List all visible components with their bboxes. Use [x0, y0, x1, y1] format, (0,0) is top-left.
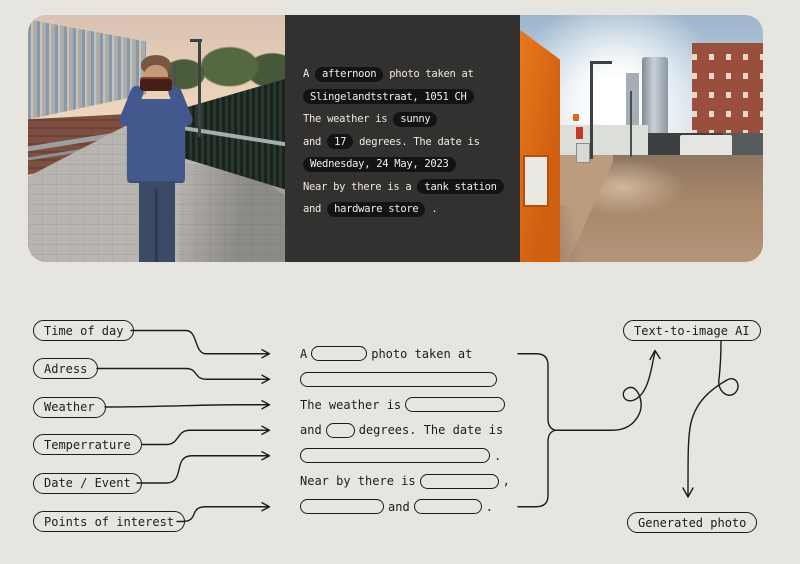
- text-segment: ,: [503, 474, 510, 488]
- wire-time-of-day: [131, 331, 270, 358]
- rich-line: [300, 367, 510, 393]
- prompt-token: Slingelandtstraat, 1051 CH: [303, 89, 474, 104]
- rich-line: The weather is: [300, 392, 510, 418]
- text-segment: degrees. The date is: [353, 136, 479, 148]
- template-blank-temperature: [326, 423, 355, 438]
- wire-ai-to-photo: [683, 341, 738, 497]
- lamp-post: [590, 61, 593, 159]
- person-jeans-seam: [155, 189, 158, 262]
- wire-temperature: [142, 426, 270, 444]
- rich-line: A afternoon photo taken at: [303, 63, 510, 86]
- orange-building-window: [523, 155, 549, 207]
- prompt-template: Aphoto taken at The weather is and degrees.…: [300, 341, 510, 520]
- prompt-token: afternoon: [315, 67, 383, 82]
- prompt-panel: A afternoon photo taken at Slingelandtstr…: [285, 15, 520, 262]
- template-blank-point-of-interest-3: [414, 499, 482, 514]
- template-blank-adress: [300, 372, 497, 387]
- text-segment: A: [303, 68, 315, 80]
- wire-points-of-interest: [177, 503, 270, 522]
- rich-line: Near by there is,: [300, 469, 510, 495]
- wire-to-ai: [556, 351, 661, 431]
- text-segment: Near by there is a: [303, 181, 417, 193]
- street-sign: [576, 127, 583, 139]
- node-text-to-image-ai: Text-to-image AI: [623, 320, 761, 341]
- template-blank-point-of-interest-1: [420, 474, 499, 489]
- text-segment: and: [303, 136, 327, 148]
- text-segment: The weather is: [303, 113, 393, 125]
- text-segment: The weather is: [300, 398, 401, 412]
- camera: [140, 77, 172, 91]
- rich-line: and degrees. The date is: [300, 418, 510, 444]
- text-segment: .: [494, 449, 501, 463]
- source-photo: [28, 15, 285, 262]
- gather-brace: [518, 354, 556, 507]
- prompt-token: Wednesday, 24 May, 2023: [303, 157, 456, 172]
- input-pill-temperature: Temperrature: [33, 434, 142, 455]
- input-pill-date-event: Date / Event: [33, 473, 142, 494]
- prompt-text: A afternoon photo taken at Slingelandtstr…: [303, 63, 510, 221]
- street-sign: [572, 113, 580, 122]
- text-segment: degrees. The date is: [359, 423, 504, 437]
- hero-strip: A afternoon photo taken at Slingelandtstr…: [28, 15, 763, 262]
- lamp-post-arm: [190, 39, 202, 42]
- generated-photo: [520, 15, 763, 262]
- rich-line: Slingelandtstraat, 1051 CH: [303, 86, 510, 109]
- text-segment: photo taken at: [383, 68, 473, 80]
- rich-line: .: [300, 443, 510, 469]
- text-segment: photo taken at: [371, 347, 472, 361]
- text-segment: A: [300, 347, 307, 361]
- lamp-post: [630, 91, 632, 157]
- input-pill-weather: Weather: [33, 397, 106, 418]
- rich-line: and.: [300, 494, 510, 520]
- wire-date-event: [137, 452, 270, 483]
- rich-line: The weather is sunny: [303, 108, 510, 131]
- wire-weather: [105, 401, 270, 409]
- text-segment: .: [425, 203, 437, 215]
- prompt-token: tank station: [417, 179, 503, 194]
- street-bin: [576, 143, 590, 163]
- node-generated-photo: Generated photo: [627, 512, 757, 533]
- rich-line: and 17 degrees. The date is: [303, 131, 510, 154]
- text-segment: and: [300, 423, 322, 437]
- text-segment: and: [388, 500, 410, 514]
- text-segment: and: [303, 203, 327, 215]
- template-blank-time-of-day: [311, 346, 367, 361]
- rich-line: Wednesday, 24 May, 2023: [303, 153, 510, 176]
- text-segment: Near by there is: [300, 474, 416, 488]
- rich-line: and hardware store .: [303, 198, 510, 221]
- prompt-token: hardware store: [327, 202, 425, 217]
- template-blank-point-of-interest-2: [300, 499, 384, 514]
- template-blank-date-event: [300, 448, 490, 463]
- prompt-token: sunny: [393, 112, 437, 127]
- rich-line: Near by there is a tank station: [303, 176, 510, 199]
- text-segment: .: [486, 500, 493, 514]
- input-pill-adress: Adress: [33, 358, 98, 379]
- wire-adress: [97, 369, 270, 384]
- lamp-post: [198, 39, 201, 137]
- input-pill-points-of-interest: Points of interest: [33, 511, 185, 532]
- rich-line: Aphoto taken at: [300, 341, 510, 367]
- input-pill-time-of-day: Time of day: [33, 320, 134, 341]
- template-blank-weather: [405, 397, 505, 412]
- person-jacket: [127, 99, 185, 183]
- lamp-post-arm: [590, 61, 612, 64]
- prompt-token: 17: [327, 134, 353, 149]
